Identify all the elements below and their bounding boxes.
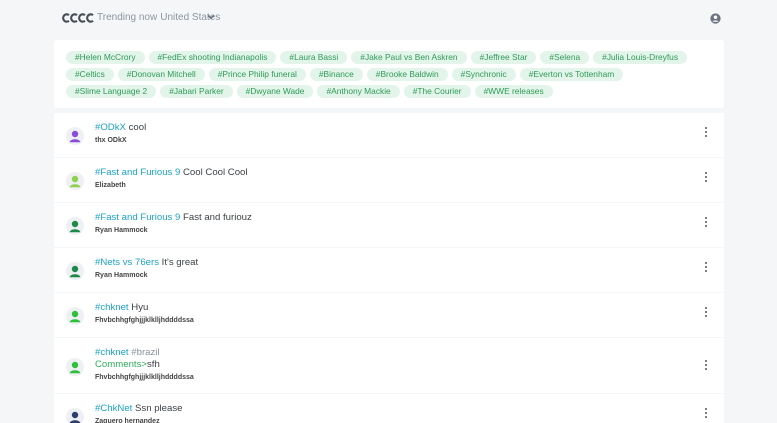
top-bar: Trending now United States [0, 0, 777, 36]
post-item[interactable]: #Fast and Furious 9 Cool Cool Cool Elizab… [54, 158, 724, 202]
avatar-icon[interactable] [66, 307, 84, 325]
trending-tag[interactable]: #Brooke Baldwin [366, 68, 448, 81]
post-author[interactable]: Ryan Hammock [95, 227, 655, 234]
avatar-icon[interactable] [66, 408, 84, 423]
post-text: Hyu [131, 302, 149, 313]
post-text: Ssn please [135, 403, 183, 414]
avatar-icon[interactable] [66, 127, 84, 145]
post-secondary-hashtag[interactable]: #brazil [131, 347, 159, 358]
post-content: #chknet Hyu Fhvbchhgfghjjjklklljhddddssa [95, 302, 655, 324]
post-content: #Fast and Furious 9 Cool Cool Cool Elizab… [95, 167, 655, 189]
more-options-icon[interactable] [704, 360, 708, 372]
post-text-line: #ODkX cool [95, 122, 655, 134]
post-hashtag-link[interactable]: #Fast and Furious 9 [95, 167, 180, 178]
trending-tag[interactable]: #Prince Philip funeral [208, 68, 306, 81]
more-options-icon[interactable] [704, 262, 708, 274]
trending-tag[interactable]: #Julia Louis-Dreyfus [593, 51, 688, 64]
trending-location-selector[interactable]: Trending now United States [97, 12, 220, 23]
post-text-line: #Fast and Furious 9 Fast and furiouz [95, 212, 655, 224]
post-text-line: #ChkNet Ssn please [95, 403, 655, 415]
post-content: #Nets vs 76ers It's great Ryan Hammock [95, 257, 655, 279]
user-circle-icon[interactable] [710, 13, 721, 24]
post-text: It's great [161, 257, 199, 268]
post-content: #Fast and Furious 9 Fast and furiouz Ryan… [95, 212, 655, 234]
post-author[interactable]: Fhvbchhgfghjjjklklljhddddssa [95, 374, 655, 381]
trending-tag[interactable]: #Everton vs Tottenham [519, 68, 624, 81]
post-author[interactable]: thx ODkX [95, 137, 655, 144]
post-author[interactable]: Fhvbchhgfghjjjklklljhddddssa [95, 317, 655, 324]
post-item[interactable]: #chknet #brazil Comments>sfh Fhvbchhgfghjj… [54, 338, 724, 393]
post-author[interactable]: Zaquero hernandez [95, 418, 655, 423]
post-text: Fast and furiouz [183, 212, 252, 223]
post-content: #ODkX cool thx ODkX [95, 122, 655, 144]
post-text: Cool Cool Cool [183, 167, 248, 178]
post-item[interactable]: #Nets vs 76ers It's great Ryan Hammock [54, 248, 724, 292]
post-comment-line: Comments>sfh [95, 359, 655, 371]
post-hashtag-link[interactable]: #Nets vs 76ers [95, 257, 159, 268]
trending-tag[interactable]: #Binance [309, 68, 363, 81]
post-text-line: #Fast and Furious 9 Cool Cool Cool [95, 167, 655, 179]
trending-tag[interactable]: #Celtics [66, 68, 114, 81]
post-content: #ChkNet Ssn please Zaquero hernandez [95, 403, 655, 423]
post-item[interactable]: #chknet Hyu Fhvbchhgfghjjjklklljhddddssa [54, 293, 724, 337]
post-hashtag-link[interactable]: #chknet [95, 302, 129, 313]
avatar-icon[interactable] [66, 172, 84, 190]
trending-tags-card: #Helen McCrory #FedEx shooting Indianapol… [54, 40, 724, 108]
more-options-icon[interactable] [704, 307, 708, 319]
comments-label[interactable]: Comments> [95, 359, 147, 370]
trending-tag[interactable]: #FedEx shooting Indianapolis [148, 51, 277, 64]
trending-tag[interactable]: #Jeffree Star [470, 51, 537, 64]
more-options-icon[interactable] [704, 217, 708, 229]
trending-tag[interactable]: #Jake Paul vs Ben Askren [351, 51, 467, 64]
post-item[interactable]: #ODkX cool thx ODkX [54, 113, 724, 157]
post-text-line: #chknet #brazil [95, 347, 655, 359]
trending-tag[interactable]: #Donovan Mitchell [117, 68, 205, 81]
logo-icon[interactable] [62, 13, 94, 23]
post-content: #chknet #brazil Comments>sfh Fhvbchhgfghjj… [95, 347, 655, 381]
trending-tag[interactable]: #Jabari Parker [160, 85, 233, 98]
post-hashtag-link[interactable]: #chknet [95, 347, 129, 358]
trending-tag[interactable]: #Helen McCrory [66, 51, 145, 64]
post-text: cool [128, 122, 147, 133]
trending-tag[interactable]: #Selena [540, 51, 590, 64]
avatar-icon[interactable] [66, 358, 84, 376]
more-options-icon[interactable] [704, 408, 708, 420]
trending-label: Trending now [97, 12, 158, 23]
post-hashtag-link[interactable]: #ODkX [95, 122, 126, 133]
trending-tags-list: #Helen McCrory #FedEx shooting Indianapol… [66, 51, 716, 98]
trending-tag[interactable]: #Synchronic [451, 68, 516, 81]
post-item[interactable]: #ChkNet Ssn please Zaquero hernandez [54, 394, 724, 423]
trending-tag[interactable]: #Slime Language 2 [66, 85, 157, 98]
more-options-icon[interactable] [704, 172, 708, 184]
post-text-line: #chknet Hyu [95, 302, 655, 314]
trending-tag[interactable]: #Dwyane Wade [236, 85, 314, 98]
post-author[interactable]: Ryan Hammock [95, 272, 655, 279]
post-text-line: #Nets vs 76ers It's great [95, 257, 655, 269]
post-hashtag-link[interactable]: #ChkNet [95, 403, 132, 414]
post-author[interactable]: Elizabeth [95, 182, 655, 189]
post-item[interactable]: #Fast and Furious 9 Fast and furiouz Ryan… [54, 203, 724, 247]
more-options-icon[interactable] [704, 127, 708, 139]
post-feed: #ODkX cool thx ODkX #Fast and Furious 9 Co… [54, 113, 724, 423]
trending-tag[interactable]: #Laura Bassi [280, 51, 348, 64]
trending-tag[interactable]: #WWE releases [474, 85, 553, 98]
avatar-icon[interactable] [66, 217, 84, 235]
trending-tag[interactable]: #Anthony Mackie [317, 85, 400, 98]
post-hashtag-link[interactable]: #Fast and Furious 9 [95, 212, 180, 223]
chevron-down-icon[interactable] [206, 12, 216, 22]
trending-tag[interactable]: #The Courier [403, 85, 471, 98]
comment-text: sfh [146, 359, 160, 370]
avatar-icon[interactable] [66, 262, 84, 280]
